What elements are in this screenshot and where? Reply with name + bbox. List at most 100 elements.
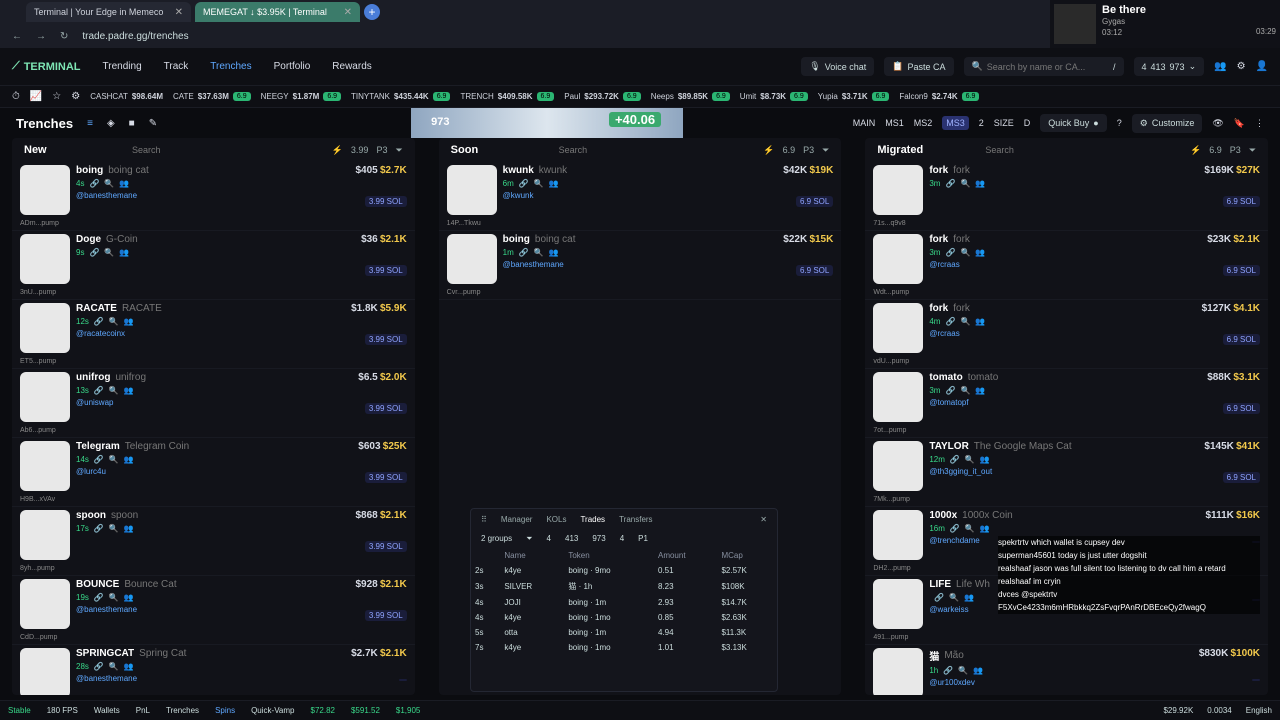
search-icon[interactable]: 🔍	[965, 524, 975, 533]
buy-button[interactable]: 6.9 SOL	[1222, 196, 1261, 207]
token-avatar[interactable]: 491...pump	[873, 579, 924, 641]
footer-quick-vamp[interactable]: Quick-Vamp	[251, 706, 294, 715]
token-address[interactable]: H9B...xVAv	[20, 496, 55, 503]
token-card[interactable]: 8yh...pump spoon spoon 17s 🔗 🔍 👥 $868 $2.1K …	[12, 507, 415, 576]
promo-banner[interactable]: 973 +40.06	[411, 108, 684, 138]
column-preset[interactable]: P3	[1230, 145, 1241, 155]
search-icon[interactable]: 🔍	[109, 593, 119, 602]
buy-button[interactable]: 6.9 SOL	[795, 265, 834, 276]
search-input[interactable]: 🔍 Search by name or CA... /	[963, 57, 1124, 76]
trade-row[interactable]: 7s k4ye boing · 1mo 1.01 $3.13K	[471, 640, 777, 655]
nav-track[interactable]: Track	[164, 61, 189, 72]
search-icon[interactable]: 🔍	[960, 386, 970, 395]
buy-button[interactable]: 6.9 SOL	[1222, 472, 1261, 483]
token-card[interactable]: 猫 Mão 1h 🔗 🔍 👥 @ur100xdev $830K $100K	[865, 645, 1268, 695]
token-address[interactable]: ET5...pump	[20, 358, 56, 365]
gear-icon[interactable]: ⚙	[71, 91, 80, 102]
gear-icon[interactable]: ⚙	[1237, 61, 1246, 72]
token-card[interactable]: SPRINGCAT Spring Cat 28s 🔗 🔍 👥 @banesthemane…	[12, 645, 415, 695]
trade-row[interactable]: 4s k4ye boing · 1mo 0.85 $2.63K	[471, 610, 777, 625]
trade-row[interactable]: 4s JOJI boing · 1m 2.93 $14.7K	[471, 595, 777, 610]
buy-button[interactable]: 6.9 SOL	[795, 196, 834, 207]
search-icon[interactable]: 🔍	[534, 179, 544, 188]
link-icon[interactable]: 🔗	[950, 524, 960, 533]
search-icon[interactable]: 🔍	[109, 524, 119, 533]
token-card[interactable]: Cvr...pump boing boing cat 1m 🔗 🔍 👥 @banesth…	[438, 231, 842, 300]
buy-button[interactable]: 6.9 SOL	[1222, 403, 1261, 414]
ticker-item[interactable]: Paul $293.72K 6.9	[564, 92, 641, 101]
dev-handle[interactable]: @kwunk	[503, 191, 534, 200]
buy-button[interactable]	[1252, 679, 1261, 681]
dev-handle[interactable]: @banesthemane	[503, 260, 564, 269]
dev-handle[interactable]: @lurc4u	[76, 467, 106, 476]
token-address[interactable]: 8yh...pump	[20, 565, 55, 572]
menu-icon[interactable]: ⋮	[1255, 118, 1264, 129]
token-avatar[interactable]: CdD...pump	[20, 579, 70, 641]
token-card[interactable]: ET5...pump RACATE RACATE 12s 🔗 🔍 👥 @racateco…	[12, 300, 415, 369]
token-avatar[interactable]: 7ot...pump	[873, 372, 924, 434]
ticker-item[interactable]: Yupia $3.71K 6.9	[818, 92, 890, 101]
search-icon[interactable]: 🔍	[104, 179, 114, 188]
tab-trades[interactable]: Trades	[580, 515, 605, 524]
search-icon[interactable]: 🔍	[109, 317, 119, 326]
cube-icon[interactable]: ◈	[107, 118, 115, 129]
close-icon[interactable]: ✕	[344, 7, 352, 18]
token-card[interactable]: ADm...pump boing boing cat 4s 🔗 🔍 👥 @banesth…	[12, 162, 415, 231]
token-avatar[interactable]: Wdt...pump	[873, 234, 924, 296]
buy-button[interactable]: 3.99 SOL	[364, 334, 407, 345]
token-address[interactable]: Cvr...pump	[447, 289, 481, 296]
token-card[interactable]: Ab6...pump unifrog unifrog 13s 🔗 🔍 👥 @uniswa…	[12, 369, 415, 438]
dev-handle[interactable]: @banesthemane	[76, 605, 137, 614]
quick-buy-toggle[interactable]: Quick Buy ●	[1040, 114, 1107, 132]
footer-spins[interactable]: Spins	[215, 706, 235, 715]
token-avatar[interactable]	[20, 648, 70, 695]
ticker-item[interactable]: Neeps $89.85K 6.9	[651, 92, 730, 101]
link-icon[interactable]: 🔗	[94, 386, 104, 395]
token-address[interactable]: 71s...q9v8	[873, 220, 905, 227]
paste-ca-button[interactable]: 📋 Paste CA	[884, 57, 954, 76]
link-icon[interactable]: 🔗	[94, 455, 104, 464]
dev-handle[interactable]: @racatecoinx	[76, 329, 125, 338]
token-address[interactable]: Ab6...pump	[20, 427, 56, 434]
nav-trending[interactable]: Trending	[103, 61, 142, 72]
footer-trenches[interactable]: Trenches	[166, 706, 199, 715]
logo[interactable]: ⟋ TERMINAL	[12, 60, 81, 73]
buy-button[interactable]: 3.99 SOL	[364, 541, 407, 552]
preset-ms2[interactable]: MS2	[914, 118, 933, 128]
token-address[interactable]: 7Mk...pump	[873, 496, 910, 503]
token-address[interactable]: Wdt...pump	[873, 289, 909, 296]
token-avatar[interactable]: 14P...Tkwu	[446, 165, 497, 227]
dev-handle[interactable]: @ur100xdev	[929, 678, 974, 687]
token-avatar[interactable]: 71s...q9v8	[873, 165, 924, 227]
dev-handle[interactable]: @trenchdame	[929, 536, 979, 545]
filter-preset[interactable]: P1	[638, 534, 648, 544]
link-icon[interactable]: 🔗	[934, 593, 944, 602]
chart-icon[interactable]: 📈	[30, 91, 42, 102]
column-search[interactable]: Search	[559, 145, 756, 155]
dev-handle[interactable]: @rcraas	[929, 329, 959, 338]
footer-wallets[interactable]: Wallets	[94, 706, 120, 715]
filter-icon[interactable]: ⏷	[526, 534, 532, 544]
link-icon[interactable]: 🔗	[945, 179, 955, 188]
link-icon[interactable]: 🔗	[945, 248, 955, 257]
search-icon[interactable]: 🔍	[109, 455, 119, 464]
token-address[interactable]: 7ot...pump	[873, 427, 906, 434]
forward-icon[interactable]: →	[36, 31, 46, 42]
column-amount[interactable]: 6.9	[783, 145, 796, 155]
preset-count[interactable]: 2	[979, 118, 984, 128]
buy-button[interactable]: 3.99 SOL	[364, 403, 407, 414]
token-avatar[interactable]: Ab6...pump	[20, 372, 70, 434]
square-icon[interactable]: ■	[129, 118, 135, 129]
link-icon[interactable]: 🔗	[94, 524, 104, 533]
search-icon[interactable]: 🔍	[534, 248, 544, 257]
voice-chat-button[interactable]: 🎙 Voice chat	[801, 57, 875, 76]
link-icon[interactable]: 🔗	[945, 317, 955, 326]
ticker-item[interactable]: CATE $37.63M 6.9	[173, 92, 251, 101]
trade-row[interactable]: 3s SILVER 猫 · 1h 8.23 $108K	[471, 578, 777, 595]
users-icon[interactable]: 👥	[1214, 61, 1226, 72]
preset-ms3[interactable]: MS3	[942, 116, 969, 130]
column-amount[interactable]: 3.99	[351, 145, 369, 155]
ticker-item[interactable]: TINYTANK $435.44K 6.9	[351, 92, 451, 101]
link-icon[interactable]: 🔗	[950, 455, 960, 464]
trade-row[interactable]: 5s otta boing · 1m 4.94 $11.3K	[471, 625, 777, 640]
